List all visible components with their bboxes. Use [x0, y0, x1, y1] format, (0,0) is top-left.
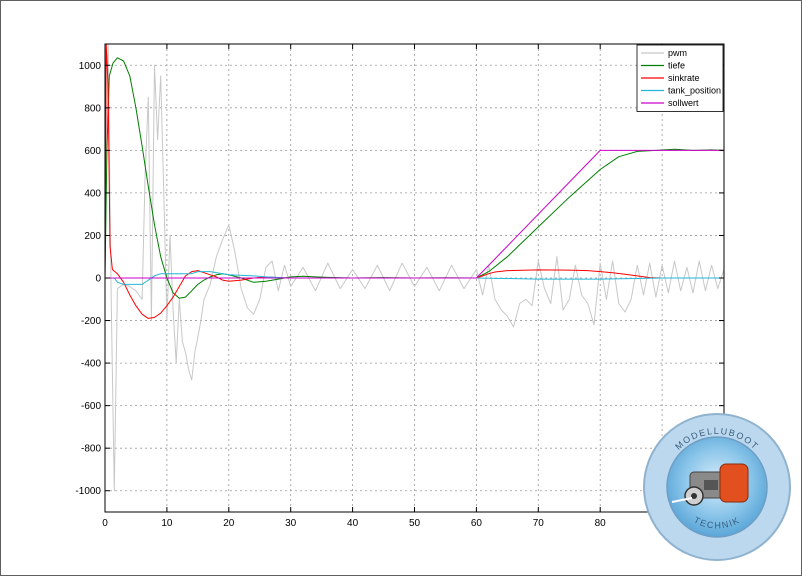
y-tick-label: -200 [81, 316, 101, 327]
y-tick-label: -400 [81, 359, 101, 370]
y-tick-label: -800 [81, 444, 101, 455]
legend-label-pwm: pwm [668, 48, 687, 58]
y-tick-label: 400 [84, 188, 101, 199]
x-tick-label: 70 [533, 518, 545, 529]
legend: pwm tiefe sinkrate tank_position sollwert [636, 44, 724, 112]
y-tick-label: 0 [95, 274, 101, 285]
legend-label-tiefe: tiefe [668, 61, 685, 71]
x-tick-label: 0 [102, 518, 108, 529]
y-tick-label: 600 [84, 146, 101, 157]
legend-label-tank-position: tank_position [668, 86, 721, 96]
y-tick-label: -600 [81, 401, 101, 412]
x-tick-label: 40 [347, 518, 359, 529]
x-tick-label: 20 [223, 518, 235, 529]
legend-label-sinkrate: sinkrate [668, 73, 700, 83]
y-tick-label: 200 [84, 231, 101, 242]
x-tick-label: 80 [595, 518, 607, 529]
x-tick-label: 50 [409, 518, 421, 529]
y-tick-label: 1000 [79, 61, 102, 72]
y-tick-label: -1000 [75, 486, 101, 497]
logo-seal: MODELLUBOOT TECHNIK [643, 413, 791, 561]
x-tick-label: 30 [285, 518, 297, 529]
x-tick-label: 10 [161, 518, 173, 529]
x-tick-label: 60 [471, 518, 483, 529]
modellu-boot-technik-logo: MODELLUBOOT TECHNIK [642, 412, 792, 562]
y-tick-label: 800 [84, 103, 101, 114]
legend-label-sollwert: sollwert [668, 98, 699, 108]
